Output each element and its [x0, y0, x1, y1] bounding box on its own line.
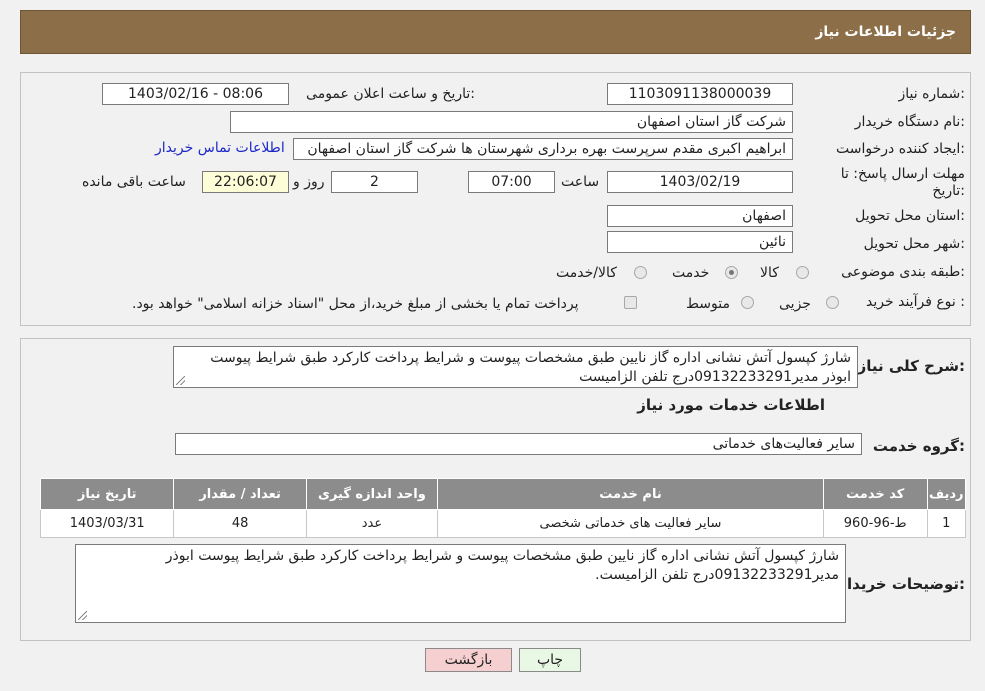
table-row[interactable]: 1 ط-96-960 سایر فعالیت های خدماتی شخصی ع… [39, 509, 966, 538]
buyer-contact-link[interactable]: اطلاعات تماس خریدار [155, 140, 285, 156]
category-goods-radio[interactable] [796, 266, 809, 279]
announce-datetime-field[interactable]: 1403/02/16 - 08:06 [102, 83, 289, 105]
deadline-date-field[interactable]: 1403/02/19 [607, 171, 793, 193]
city-field[interactable]: نائین [607, 231, 793, 253]
page-title: جزئیات اطلاعات نیاز [815, 24, 956, 40]
deadline-label: مهلت ارسال پاسخ: تا [840, 166, 965, 182]
cell-quantity: 48 [173, 509, 307, 538]
city-label: شهر محل تحویل: [863, 236, 965, 252]
col-name-header: نام خدمت [437, 478, 824, 510]
summary-label: شرح کلی نیاز: [857, 357, 965, 375]
col-qty-header: تعداد / مقدار [173, 478, 307, 510]
cell-need-date: 1403/03/31 [39, 509, 175, 538]
buyer-notes-label: توضیحات خریدار: [838, 575, 965, 593]
buyer-org-field[interactable]: شرکت گاز استان اصفهان [230, 111, 793, 133]
service-group-field[interactable]: سایر فعالیت‌های خدماتی [175, 433, 862, 455]
deadline-time-field[interactable]: 07:00 [468, 171, 555, 193]
deadline-label-date: تاریخ: [932, 183, 965, 199]
province-label: استان محل تحویل: [855, 208, 965, 224]
creator-field[interactable]: ابراهیم اکبری مقدم سرپرست بهره برداری شه… [293, 138, 793, 160]
category-goods-service-label: کالا/خدمت [556, 265, 617, 281]
services-table: ردیف کد خدمت نام خدمت واحد اندازه گیری ت… [39, 478, 966, 538]
process-medium-label: متوسط [686, 296, 730, 312]
treasury-payment-note: پرداخت تمام یا بخشی از مبلغ خرید،از محل … [132, 296, 579, 312]
process-minor-label: جزیی [779, 296, 811, 312]
print-button[interactable]: چاپ [519, 648, 581, 672]
category-service-radio[interactable] [725, 266, 738, 279]
service-group-label: گروه خدمت: [872, 437, 965, 455]
category-goods-label: کالا [760, 265, 779, 281]
days-remaining-field[interactable]: 2 [331, 171, 418, 193]
summary-text: شارژ کپسول آتش نشانی اداره گاز نایین طبق… [210, 350, 851, 385]
summary-textarea[interactable]: شارژ کپسول آتش نشانی اداره گاز نایین طبق… [173, 346, 858, 388]
col-row-header: ردیف [926, 478, 966, 510]
col-unit-header: واحد اندازه گیری [305, 478, 439, 510]
remaining-label: ساعت باقی مانده [82, 174, 186, 190]
buyer-notes-textarea[interactable]: شارژ کپسول آتش نشانی اداره گاز نایین طبق… [75, 544, 846, 623]
process-label: نوع فرآیند خرید : [866, 294, 965, 310]
deadline-time-label: ساعت [561, 174, 600, 190]
buyer-org-label: نام دستگاه خریدار: [854, 114, 965, 130]
col-code-header: کد خدمت [822, 478, 928, 510]
days-label: روز و [293, 174, 325, 190]
cell-row-number: 1 [926, 509, 966, 538]
treasury-payment-checkbox[interactable] [624, 296, 637, 309]
province-field[interactable]: اصفهان [607, 205, 793, 227]
process-medium-radio[interactable] [741, 296, 754, 309]
need-number-field[interactable]: 1103091138000039 [607, 83, 793, 105]
resize-grip-icon[interactable] [78, 611, 87, 620]
page-header: جزئیات اطلاعات نیاز [20, 10, 971, 54]
announce-label: تاریخ و ساعت اعلان عمومی: [306, 86, 475, 102]
need-number-label: شماره نیاز: [898, 86, 965, 102]
services-section-title: اطلاعات خدمات مورد نیاز [637, 396, 825, 414]
resize-grip-icon[interactable] [176, 376, 185, 385]
cell-service-code: ط-96-960 [822, 509, 928, 538]
process-minor-radio[interactable] [826, 296, 839, 309]
category-goods-service-radio[interactable] [634, 266, 647, 279]
back-button[interactable]: بازگشت [425, 648, 512, 672]
services-table-header: ردیف کد خدمت نام خدمت واحد اندازه گیری ت… [39, 478, 966, 510]
cell-service-name: سایر فعالیت های خدماتی شخصی [437, 509, 824, 538]
category-service-label: خدمت [672, 265, 710, 281]
creator-label: ایجاد کننده درخواست: [836, 141, 965, 157]
cell-unit: عدد [305, 509, 439, 538]
remaining-time-field: 22:06:07 [202, 171, 289, 193]
col-date-header: تاریخ نیاز [39, 478, 175, 510]
category-label: طبقه بندی موضوعی: [841, 264, 965, 280]
buyer-notes-text: شارژ کپسول آتش نشانی اداره گاز نایین طبق… [165, 548, 839, 583]
